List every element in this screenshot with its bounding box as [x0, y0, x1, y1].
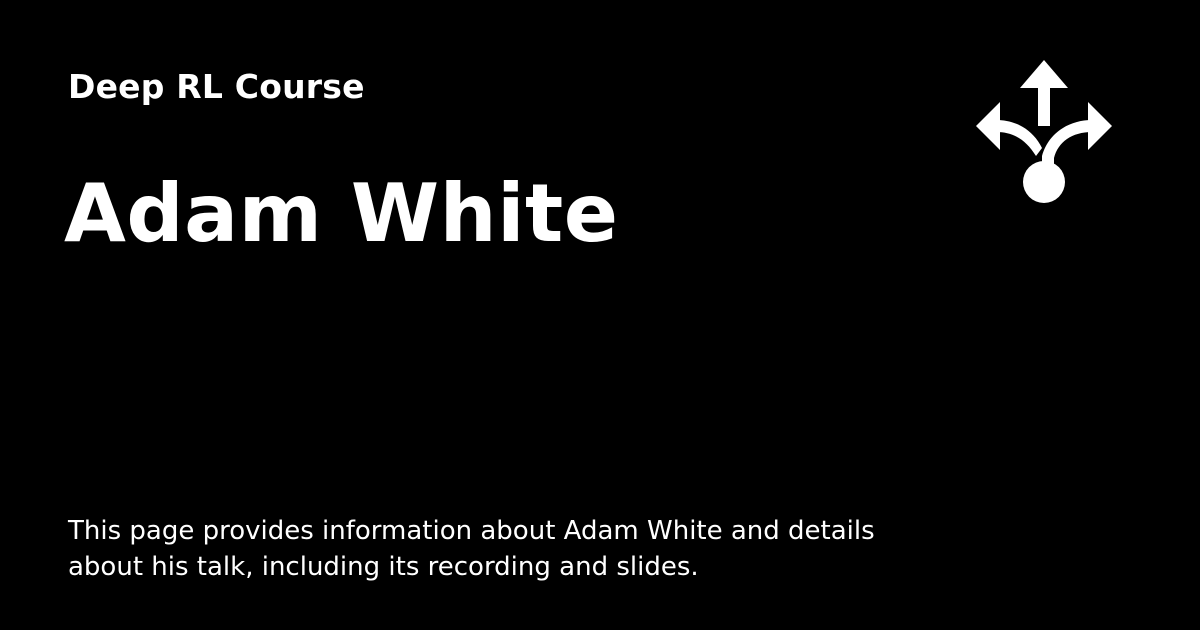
branching-arrows-icon	[976, 60, 1112, 203]
page-title: Adam White	[64, 167, 619, 260]
site-name: Deep RL Course	[68, 67, 365, 106]
page-description: This page provides information about Ada…	[68, 516, 875, 582]
